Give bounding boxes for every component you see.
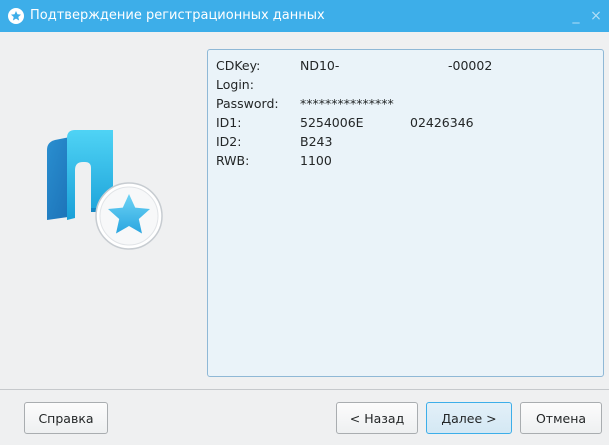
title-bar: Подтверждение регистрационных данных _ × xyxy=(0,0,609,32)
footer-divider xyxy=(0,389,609,390)
id1-label: ID1: xyxy=(216,115,242,130)
id2-value: B243 xyxy=(300,134,333,149)
next-button[interactable]: Далее > xyxy=(426,402,512,434)
cancel-button[interactable]: Отмена xyxy=(520,402,602,434)
login-label: Login: xyxy=(216,77,254,92)
minimize-button[interactable]: _ xyxy=(568,7,584,25)
id2-label: ID2: xyxy=(216,134,242,149)
password-value: *************** xyxy=(300,96,394,111)
help-button[interactable]: Справка xyxy=(24,402,108,434)
rwb-label: RWB: xyxy=(216,153,250,168)
app-logo-icon xyxy=(45,128,165,253)
cdkey-label: CDKey: xyxy=(216,58,261,73)
rwb-value: 1100 xyxy=(300,153,332,168)
cdkey-value-part1: ND10- xyxy=(300,58,340,73)
cdkey-value-part2: -00002 xyxy=(448,58,493,73)
close-button[interactable]: × xyxy=(588,7,604,25)
back-button[interactable]: < Назад xyxy=(336,402,418,434)
password-label: Password: xyxy=(216,96,279,111)
id1-value-part2: 02426346 xyxy=(410,115,474,130)
window-title: Подтверждение регистрационных данных xyxy=(30,8,325,23)
star-icon xyxy=(8,8,24,24)
registration-details-panel: CDKey: ND10- -00002 Login: Password: ***… xyxy=(207,49,604,377)
id1-value-part1: 5254006E xyxy=(300,115,364,130)
